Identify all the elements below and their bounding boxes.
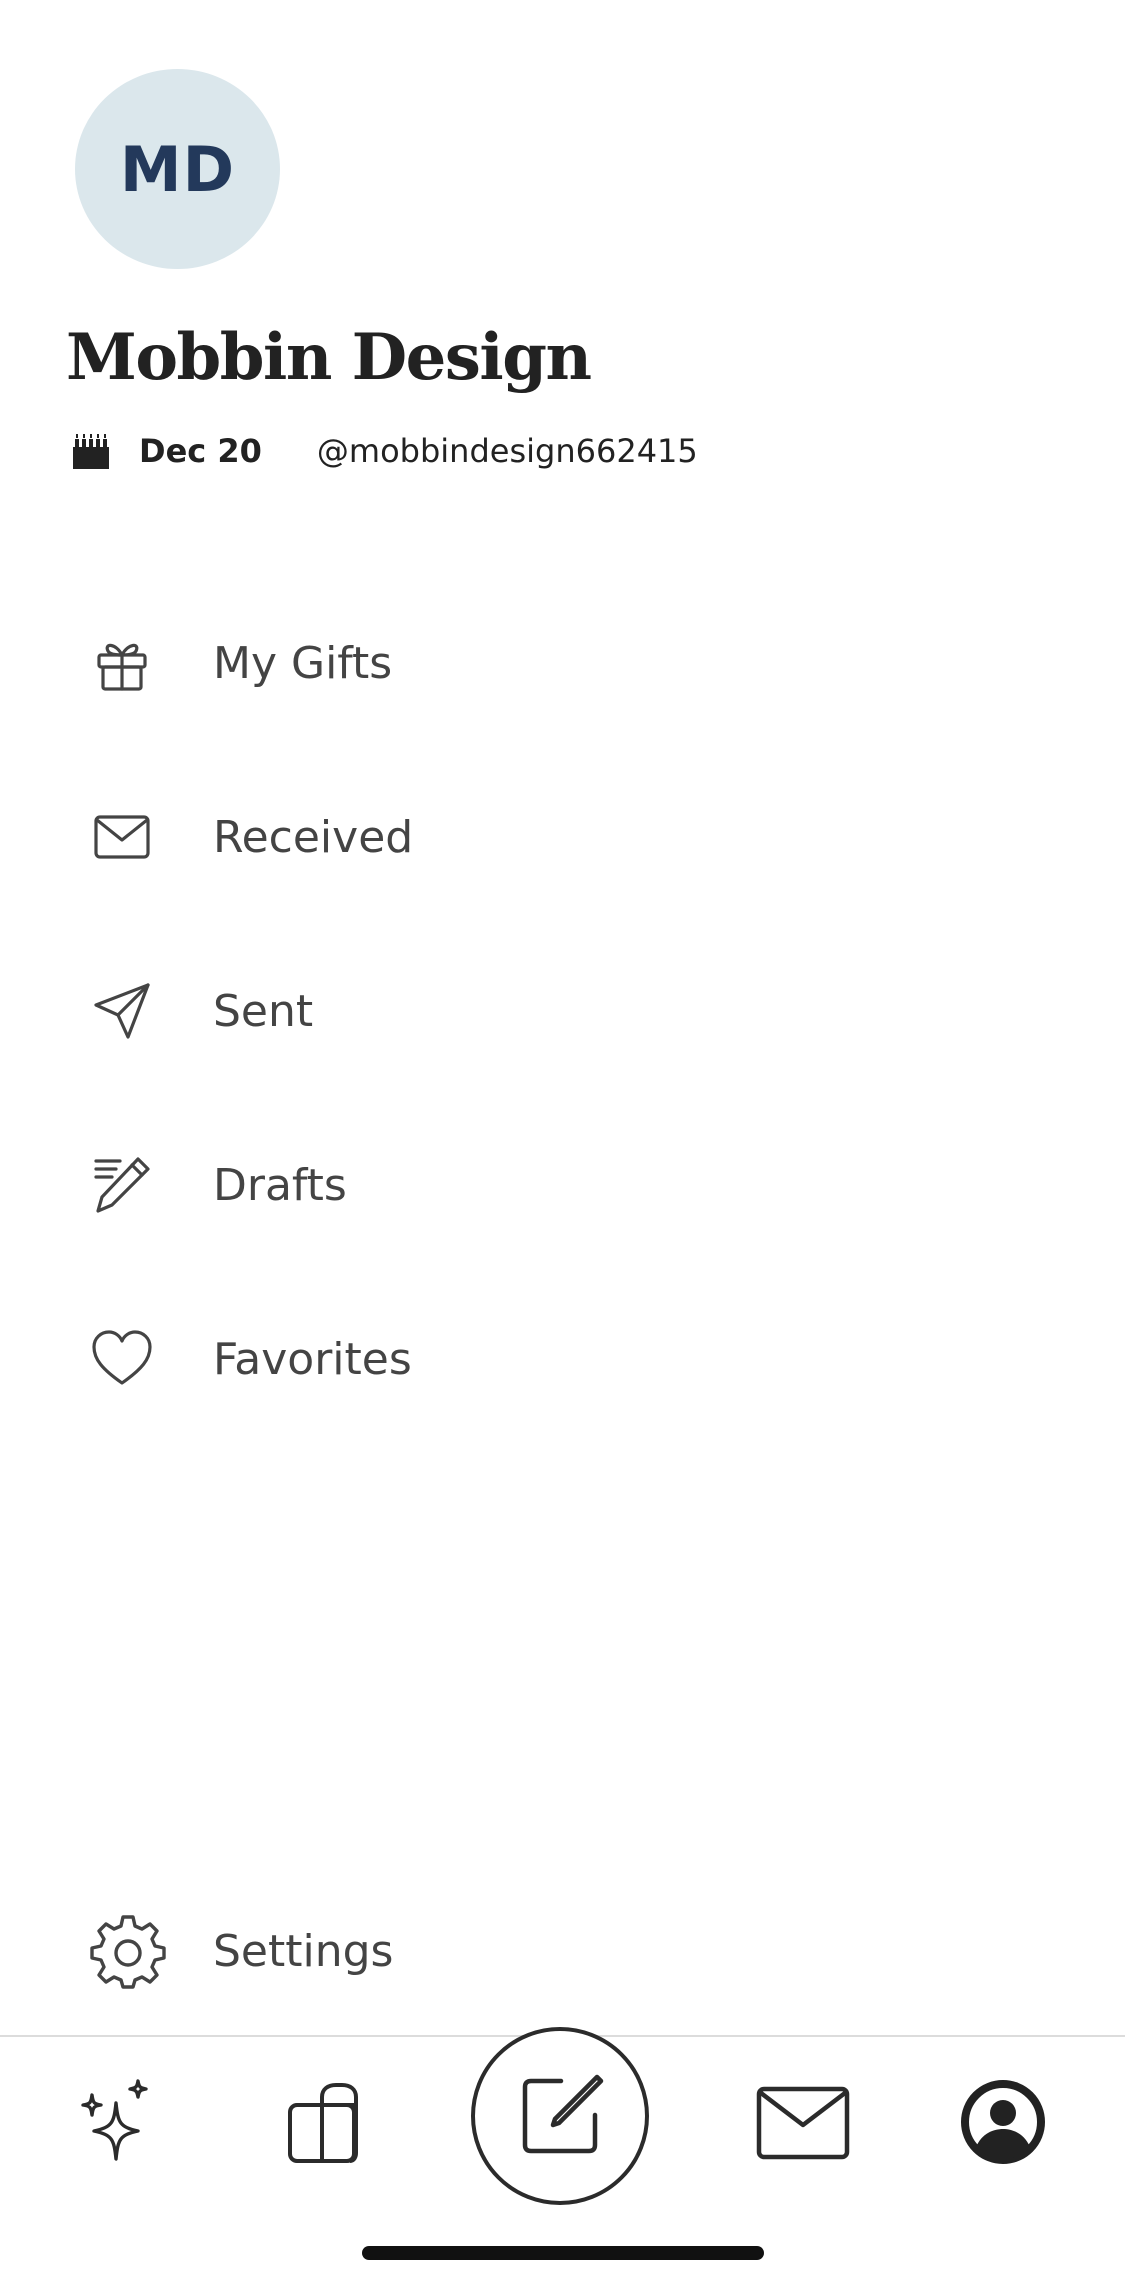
tab-discover[interactable] xyxy=(76,2077,166,2167)
menu-item-label: Received xyxy=(213,811,414,863)
envelope-icon xyxy=(756,2086,850,2160)
menu-item-drafts[interactable]: Drafts xyxy=(90,1135,990,1235)
heart-icon xyxy=(90,1327,154,1391)
menu-item-received[interactable]: Received xyxy=(90,787,990,887)
menu-item-label: Sent xyxy=(213,985,314,1037)
tab-gifts[interactable] xyxy=(280,2077,370,2167)
menu-item-my-gifts[interactable]: My Gifts xyxy=(90,613,990,713)
gift-icon xyxy=(90,631,154,695)
menu-item-settings[interactable]: Settings xyxy=(90,1901,990,2001)
compose-button[interactable] xyxy=(471,2027,649,2205)
pencil-lines-icon xyxy=(90,1153,154,1217)
username-handle: @mobbindesign662415 xyxy=(316,432,698,470)
menu-item-label: Drafts xyxy=(213,1159,347,1211)
gear-icon xyxy=(90,1913,166,1989)
menu-item-sent[interactable]: Sent xyxy=(90,961,990,1061)
menu-item-label: Favorites xyxy=(213,1333,412,1385)
avatar-initials: MD xyxy=(119,132,236,206)
sparkles-icon xyxy=(81,2079,148,2161)
profile-name: Mobbin Design xyxy=(66,320,592,395)
paper-plane-icon xyxy=(90,979,154,1043)
menu-item-label: My Gifts xyxy=(213,637,393,689)
cake-icon xyxy=(73,434,109,469)
tab-inbox[interactable] xyxy=(755,2077,851,2167)
gift-bag-icon xyxy=(288,2083,358,2163)
home-indicator xyxy=(362,2246,764,2260)
tab-profile[interactable] xyxy=(958,2077,1048,2167)
birthday-date: Dec 20 xyxy=(139,432,262,470)
profile-meta: Dec 20 @mobbindesign662415 xyxy=(70,424,698,478)
compose-icon xyxy=(522,2074,604,2154)
menu-item-favorites[interactable]: Favorites xyxy=(90,1309,990,1409)
menu-item-label: Settings xyxy=(213,1925,394,1977)
avatar[interactable]: MD xyxy=(75,69,280,269)
envelope-icon xyxy=(90,805,154,869)
user-circle-icon xyxy=(961,2080,1045,2164)
